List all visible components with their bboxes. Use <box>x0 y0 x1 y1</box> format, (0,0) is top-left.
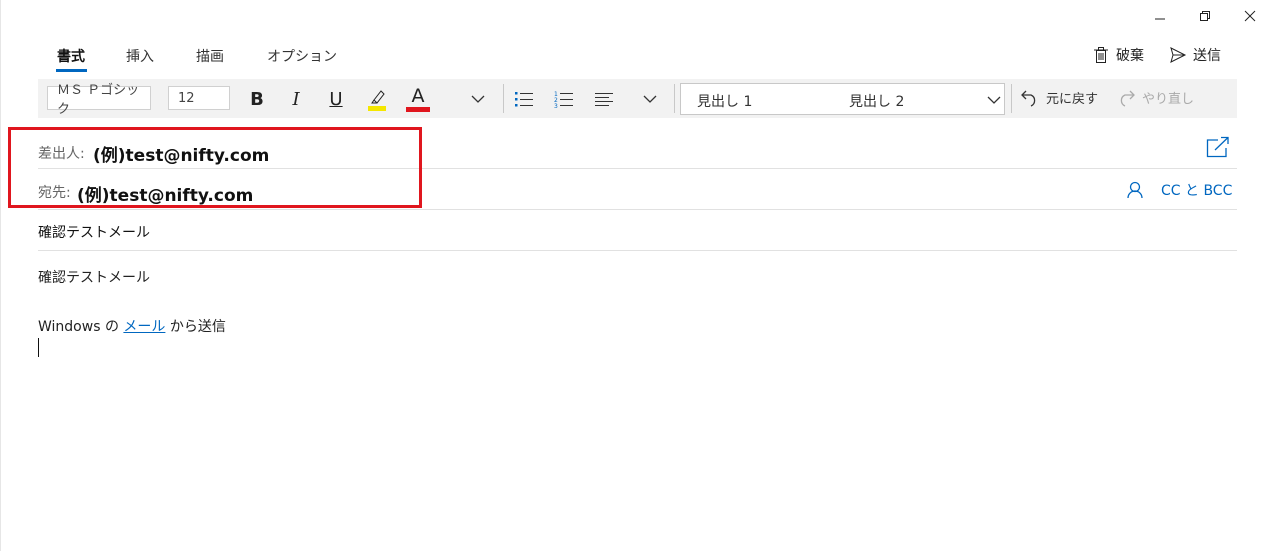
cc-bcc-label: CC と BCC <box>1161 183 1233 199</box>
redo-icon <box>1120 90 1135 107</box>
divider <box>38 250 1237 251</box>
styles-gallery[interactable]: 見出し 1 見出し 2 <box>680 83 1005 115</box>
send-button[interactable]: 送信 <box>1169 45 1221 65</box>
divider <box>38 209 1237 210</box>
toolbar-separator <box>503 84 504 113</box>
restore-icon <box>1200 11 1210 21</box>
body-text[interactable]: 確認テストメール <box>38 267 150 287</box>
more-paragraph-options-button[interactable] <box>638 85 662 113</box>
font-size-box[interactable]: 12 <box>168 86 230 110</box>
chevron-down-icon <box>471 95 485 103</box>
close-icon <box>1244 10 1256 22</box>
style-heading-2[interactable]: 見出し 2 <box>849 91 904 111</box>
bullet-list-icon <box>515 92 533 107</box>
undo-label: 元に戻す <box>1046 91 1099 107</box>
tab-draw[interactable]: 描画 <box>196 46 224 66</box>
trash-icon <box>1094 47 1108 63</box>
redo-button[interactable]: やり直し <box>1116 87 1194 107</box>
active-tab-indicator <box>56 69 87 72</box>
restore-button[interactable] <box>1182 6 1228 26</box>
style-heading-1[interactable]: 見出し 1 <box>697 91 752 111</box>
tab-insert[interactable]: 挿入 <box>126 46 154 66</box>
font-color-icon: A <box>411 84 425 107</box>
underline-button[interactable]: U <box>322 85 350 113</box>
undo-button[interactable]: 元に戻す <box>1020 87 1098 107</box>
align-left-icon <box>595 93 613 106</box>
font-name-box[interactable]: ＭＳ Ｐゴシック <box>47 83 151 117</box>
close-button[interactable] <box>1227 6 1268 26</box>
font-color-button[interactable]: A <box>404 85 432 113</box>
discard-label: 破棄 <box>1116 48 1144 64</box>
popout-icon <box>1206 136 1229 158</box>
numbered-list-icon: 1 2 3 <box>554 91 573 108</box>
send-label: 送信 <box>1193 48 1221 64</box>
minimize-button[interactable] <box>1137 6 1183 26</box>
highlight-annotation-box <box>8 127 422 208</box>
minimize-icon <box>1155 18 1165 20</box>
cc-bcc-button[interactable]: CC と BCC <box>1127 180 1232 200</box>
mail-app-link[interactable]: メール <box>123 319 165 335</box>
bullet-list-button[interactable] <box>512 85 536 113</box>
bold-button[interactable]: B <box>243 85 271 113</box>
align-button[interactable] <box>592 85 616 113</box>
signature-prefix: Windows の <box>38 319 119 335</box>
numbered-list-button[interactable]: 1 2 3 <box>552 85 576 113</box>
svg-text:3: 3 <box>554 103 558 108</box>
redo-label: やり直し <box>1142 91 1195 107</box>
chevron-down-icon[interactable] <box>987 95 1001 105</box>
subject-field[interactable]: 確認テストメール <box>38 222 150 242</box>
more-font-options-button[interactable] <box>466 85 490 113</box>
window-border <box>0 0 1 551</box>
popout-button[interactable] <box>1206 136 1230 162</box>
send-icon <box>1170 47 1187 63</box>
highlighter-icon <box>368 90 386 111</box>
italic-button[interactable]: I <box>282 85 310 113</box>
undo-icon <box>1021 90 1036 107</box>
formatting-toolbar: ＭＳ Ｐゴシック 12 B I U A 1 2 3 見出し 1 見出し 2 元に… <box>38 79 1237 118</box>
tab-format[interactable]: 書式 <box>57 46 85 66</box>
highlight-button[interactable] <box>363 85 391 113</box>
person-icon <box>1127 181 1143 199</box>
signature-suffix: から送信 <box>169 319 226 335</box>
discard-button[interactable]: 破棄 <box>1092 45 1144 65</box>
toolbar-separator <box>1011 84 1012 113</box>
signature-line[interactable]: Windows の メール から送信 <box>38 316 226 336</box>
toolbar-separator <box>674 84 675 113</box>
text-cursor <box>38 338 39 357</box>
tab-options[interactable]: オプション <box>267 46 337 66</box>
chevron-down-icon <box>643 95 657 103</box>
font-color-swatch <box>406 106 430 112</box>
